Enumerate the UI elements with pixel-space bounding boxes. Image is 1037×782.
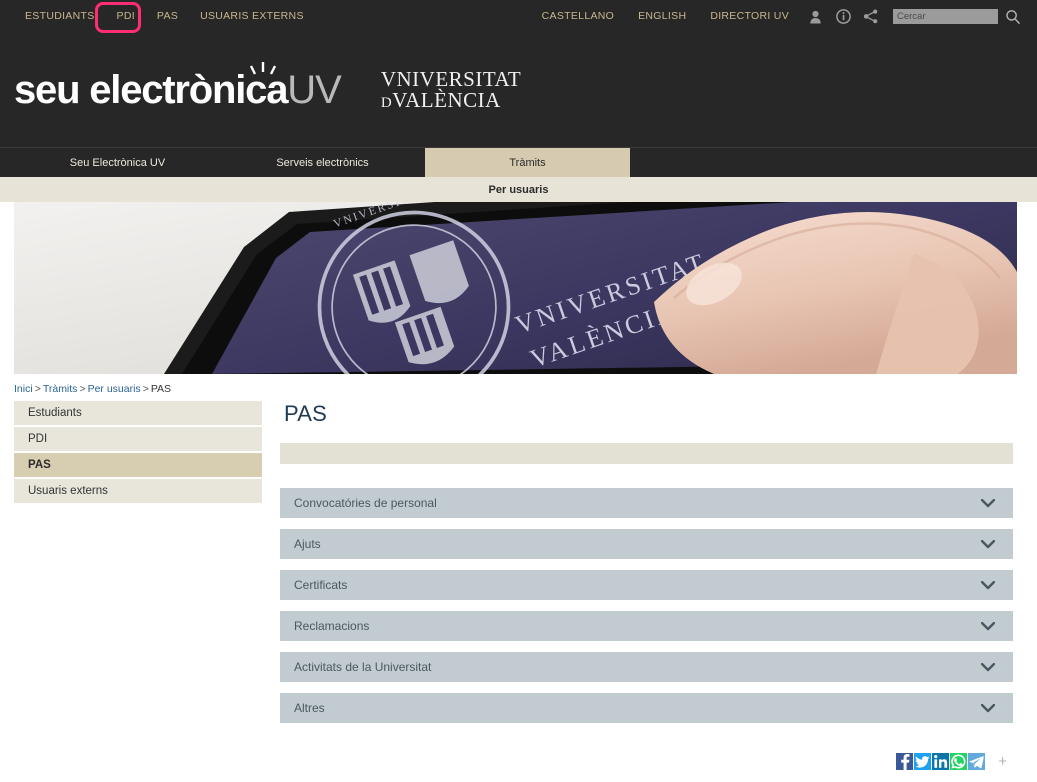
logo-o-accent: ò bbox=[188, 68, 213, 112]
breadcrumb-separator-1: > bbox=[34, 383, 41, 395]
topnav-estudiants[interactable]: ESTUDIANTS bbox=[14, 0, 106, 33]
logo-text-main: seu electr bbox=[14, 68, 190, 112]
accordion-label: Convocatóries de personal bbox=[294, 496, 437, 510]
breadcrumb-separator-3: > bbox=[142, 383, 149, 395]
accordion-label: Ajuts bbox=[294, 537, 321, 551]
accordion-reclamacions[interactable]: Reclamacions bbox=[280, 611, 1013, 641]
info-icon[interactable] bbox=[829, 0, 857, 33]
chevron-down-icon bbox=[981, 703, 995, 713]
chevron-down-icon bbox=[981, 621, 995, 631]
social-share-row: + bbox=[280, 753, 1017, 770]
wordmark-line-1: VNIVERSITAT bbox=[380, 66, 522, 91]
facebook-icon[interactable] bbox=[896, 753, 914, 770]
accordion-label: Certificats bbox=[294, 578, 348, 592]
chevron-down-icon bbox=[981, 498, 995, 508]
chevron-down-icon bbox=[981, 580, 995, 590]
user-icon[interactable] bbox=[801, 0, 829, 33]
sidebar-navigation: Estudiants PDI PAS Usuaris externs bbox=[14, 401, 262, 505]
chevron-down-icon bbox=[981, 539, 995, 549]
universitat-valencia-wordmark[interactable]: VNIVERSITAT DVALÈNCIA bbox=[380, 66, 522, 112]
top-utility-bar: ESTUDIANTS PDI PAS USUARIS EXTERNS CASTE… bbox=[0, 0, 1037, 33]
sidebar-item-estudiants[interactable]: Estudiants bbox=[14, 401, 262, 427]
topbar-right-links: CASTELLANO ENGLISH DIRECTORI UV bbox=[530, 0, 1037, 33]
logo-text-uv: UV bbox=[287, 68, 342, 112]
accordion-list: Convocatóries de personal Ajuts Certific… bbox=[280, 488, 1017, 723]
accordion-label: Altres bbox=[294, 701, 325, 715]
search-area bbox=[893, 9, 1021, 25]
content-area: Estudiants PDI PAS Usuaris externs PAS C… bbox=[0, 401, 1037, 770]
topnav-pdi[interactable]: PDI bbox=[106, 0, 146, 33]
topnav-usuaris-externs[interactable]: USUARIS EXTERNS bbox=[189, 0, 315, 33]
tab-tramits[interactable]: Tràmits bbox=[425, 148, 630, 177]
twitter-icon[interactable] bbox=[914, 753, 932, 770]
share-icon[interactable] bbox=[857, 0, 885, 33]
breadcrumb-inici[interactable]: Inici bbox=[14, 383, 33, 395]
topnav-castellano[interactable]: CASTELLANO bbox=[530, 0, 626, 33]
more-share-button[interactable]: + bbox=[998, 754, 1007, 769]
breadcrumb-current-pas: PAS bbox=[150, 383, 172, 395]
breadcrumb-separator-2: > bbox=[79, 383, 86, 395]
linkedin-icon[interactable] bbox=[932, 753, 950, 770]
accordion-label: Activitats de la Universitat bbox=[294, 660, 432, 674]
search-icon bbox=[1006, 9, 1021, 24]
breadcrumb-per-usuaris[interactable]: Per usuaris bbox=[88, 383, 141, 395]
telegram-icon[interactable] bbox=[968, 753, 986, 770]
seu-electronica-logo[interactable]: seu electrònicaUV bbox=[14, 62, 342, 112]
topnav-english[interactable]: ENGLISH bbox=[626, 0, 698, 33]
main-navigation: Seu Electrònica UV Serveis electrònics T… bbox=[0, 147, 1037, 177]
sidebar-item-usuaris-externs[interactable]: Usuaris externs bbox=[14, 479, 262, 505]
subnav-per-usuaris[interactable]: Per usuaris bbox=[489, 184, 549, 196]
accordion-certificats[interactable]: Certificats bbox=[280, 570, 1013, 600]
sub-navigation: Per usuaris bbox=[0, 177, 1037, 202]
main-panel: PAS Convocatóries de personal Ajuts Cert… bbox=[280, 401, 1017, 770]
hero-illustration: VNIVERSITAS SIGILLVM VNIVERSITAT VALÈNCI… bbox=[14, 202, 1017, 374]
breadcrumb: Inici > Tràmits > Per usuaris > PAS bbox=[0, 374, 1037, 401]
topnav-directori-uv[interactable]: DIRECTORI UV bbox=[698, 0, 801, 33]
page-title: PAS bbox=[284, 401, 327, 426]
wordmark-line-2-prefix: D bbox=[380, 95, 393, 111]
topbar-left-links: ESTUDIANTS PDI PAS USUARIS EXTERNS bbox=[0, 0, 315, 33]
sidebar-item-pas[interactable]: PAS bbox=[14, 453, 262, 479]
info-banner-bar bbox=[280, 443, 1013, 464]
logo-burst-icon bbox=[250, 62, 276, 75]
search-input[interactable] bbox=[893, 9, 998, 24]
whatsapp-icon[interactable] bbox=[950, 753, 968, 770]
breadcrumb-tramits[interactable]: Tràmits bbox=[43, 383, 78, 395]
wordmark-line-2: VALÈNCIA bbox=[392, 88, 501, 112]
tab-seu-electronica-uv[interactable]: Seu Electrònica UV bbox=[15, 148, 220, 177]
topnav-pas[interactable]: PAS bbox=[146, 0, 189, 33]
brand-banner: seu electrònicaUV VNIVERSITAT DVALÈNCIA bbox=[0, 33, 1037, 147]
accordion-ajuts[interactable]: Ajuts bbox=[280, 529, 1013, 559]
accordion-convocatories-de-personal[interactable]: Convocatóries de personal bbox=[280, 488, 1013, 518]
hero-image: VNIVERSITAS SIGILLVM VNIVERSITAT VALÈNCI… bbox=[14, 202, 1017, 374]
tab-serveis-electronics[interactable]: Serveis electrònics bbox=[220, 148, 425, 177]
accordion-altres[interactable]: Altres bbox=[280, 693, 1013, 723]
chevron-down-icon bbox=[981, 662, 995, 672]
accordion-label: Reclamacions bbox=[294, 619, 370, 633]
search-button[interactable] bbox=[998, 9, 1021, 25]
sidebar-item-pdi[interactable]: PDI bbox=[14, 427, 262, 453]
accordion-activitats-de-la-universitat[interactable]: Activitats de la Universitat bbox=[280, 652, 1013, 682]
